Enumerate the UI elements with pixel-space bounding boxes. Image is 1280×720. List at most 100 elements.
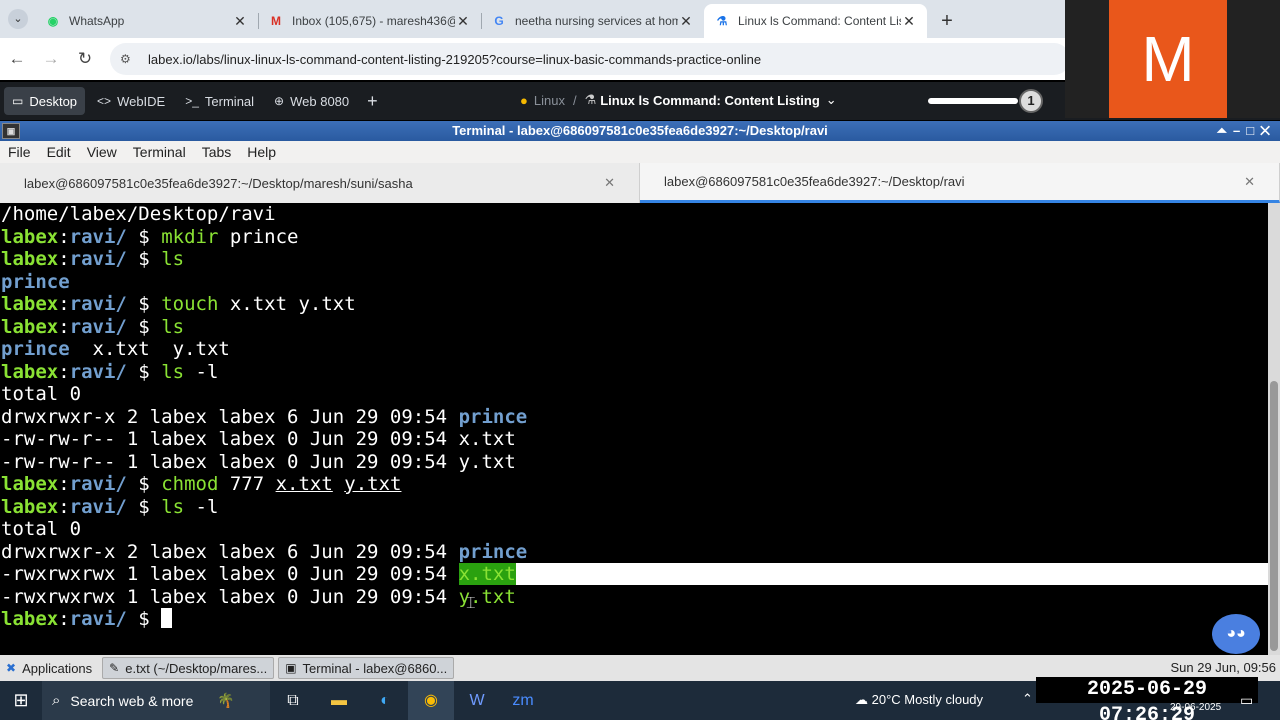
tab-search-icon[interactable]: ⌄ <box>8 9 28 29</box>
window-button-editor[interactable]: ✎ e.txt (~/Desktop/mares... <box>102 657 275 679</box>
terminal-line: prince x.txt y.txt <box>0 338 1268 361</box>
file-entry: y.txt <box>172 338 230 360</box>
notification-icon[interactable]: ▭ <box>1240 692 1253 709</box>
tab-labex[interactable]: ⚗ Linux ls Command: Content List... ✕ <box>704 4 927 38</box>
tab-google[interactable]: G neetha nursing services at hom... ✕ <box>481 4 704 38</box>
webide-button[interactable]: <> WebIDE <box>89 87 173 115</box>
terminal-line: labex:ravi/ $ chmod 777 x.txt y.txt <box>1 473 402 495</box>
taskbar-search-input[interactable]: ⌕ Search web & more 🌴 <box>42 681 270 720</box>
task-view-icon[interactable]: ⧉ <box>270 681 316 720</box>
ls-long-meta: drwxrwxr-x 2 labex labex 6 Jun 29 09:54 <box>1 405 459 428</box>
menu-help[interactable]: Help <box>247 144 276 160</box>
terminal-tab-label: labex@686097581c0e35fea6de3927:~/Desktop… <box>24 175 413 191</box>
chrome-icon[interactable]: ◉ <box>408 681 454 720</box>
whatsapp-icon: ◉ <box>47 14 59 28</box>
site-info-icon[interactable]: ⚙ <box>120 52 138 66</box>
back-icon[interactable]: ← <box>0 49 34 69</box>
breadcrumb: ● Linux / ⚗ Linux ls Command: Content Li… <box>520 92 837 108</box>
desktop-icon: ▭ <box>12 94 24 108</box>
prompt-user: labex <box>1 473 59 495</box>
tray-chevron-icon[interactable]: ⌃ <box>1022 691 1033 707</box>
command-name: ls <box>161 360 185 383</box>
reload-icon[interactable]: ↻ <box>68 49 102 69</box>
zoom-icon[interactable]: zm <box>500 681 546 720</box>
labex-icon: ⚗ <box>716 14 728 28</box>
terminal-line: labex:ravi/ $ ls -l <box>1 360 219 383</box>
menu-tabs[interactable]: Tabs <box>202 144 232 160</box>
weather-widget[interactable]: ☁ 20°C Mostly cloudy <box>855 692 983 708</box>
prompt-sign: $ <box>126 473 162 495</box>
prompt-user: labex <box>1 360 59 383</box>
close-icon[interactable]: ✕ <box>232 13 248 30</box>
prompt-user: labex <box>1 608 59 630</box>
prompt-sign: $ <box>126 495 162 518</box>
ls-total: total 0 <box>1 383 82 405</box>
tab-label: neetha nursing services at hom... <box>515 14 678 28</box>
file-explorer-icon[interactable]: ▬ <box>316 681 362 720</box>
windows-start-icon[interactable]: ⊞ <box>0 690 42 711</box>
window-button-terminal[interactable]: ▣ Terminal - labex@6860... <box>278 657 455 679</box>
close-icon[interactable]: ✕ <box>1244 174 1255 190</box>
word-icon[interactable]: W <box>454 681 500 720</box>
terminal-line: prince <box>0 271 1268 294</box>
menu-terminal[interactable]: Terminal <box>133 144 186 160</box>
tab-label: Inbox (105,675) - maresh436@... <box>292 14 455 28</box>
ls-long-meta: -rwxrwxrwx 1 labex labex 0 Jun 29 09:54 <box>1 563 459 585</box>
ls-long-meta: -rw-rw-r-- 1 labex labex 0 Jun 29 09:54 <box>1 450 459 473</box>
terminal-button[interactable]: >_ Terminal <box>177 87 262 115</box>
menu-file[interactable]: File <box>8 144 31 160</box>
chevron-down-icon[interactable]: ⌄ <box>826 92 837 108</box>
prompt-sign: $ <box>126 360 162 383</box>
add-icon[interactable]: + <box>367 91 378 112</box>
desktop-button[interactable]: ▭ Desktop <box>4 87 86 115</box>
taskbar-date[interactable]: 29-06-2025 <box>1170 702 1221 713</box>
pwd-output: /home/labex/Desktop/ravi <box>1 203 276 225</box>
terminal-app-icon[interactable]: ▣ <box>2 123 20 139</box>
terminal-line: total 0 <box>0 518 1268 541</box>
webide-label: WebIDE <box>117 93 166 109</box>
forward-icon[interactable]: → <box>34 49 68 69</box>
new-tab-button[interactable]: + <box>933 4 961 38</box>
terminal-line: labex:ravi/ $ ls <box>1 315 185 338</box>
menu-view[interactable]: View <box>87 144 117 160</box>
selection-highlight <box>515 563 1268 585</box>
applications-icon: ✖ <box>6 661 17 675</box>
applications-menu-button[interactable]: ✖ Applications <box>0 657 98 679</box>
tab-whatsapp[interactable]: ◉ WhatsApp ✕ <box>35 4 258 38</box>
terminal-line: labex:ravi/ $ ls <box>1 248 185 270</box>
assistant-bot-icon[interactable]: ◕◕ <box>1212 614 1260 654</box>
web-8080-button[interactable]: ⊕ Web 8080 <box>266 87 357 115</box>
progress-slider[interactable] <box>928 98 1018 104</box>
terminal-line: labex:ravi/ $ <box>0 608 1268 631</box>
close-icon[interactable]: ✕ <box>455 13 471 30</box>
close-icon[interactable]: ✕ <box>604 175 615 191</box>
terminal-tabs: labex@686097581c0e35fea6de3927:~/Desktop… <box>0 163 1280 203</box>
terminal-tab-ravi[interactable]: labex@686097581c0e35fea6de3927:~/Desktop… <box>640 163 1280 203</box>
edge-icon[interactable]: ◐ <box>362 681 408 720</box>
lab-icon: ⚗ <box>584 92 597 107</box>
panel-clock[interactable]: Sun 29 Jun, 09:56 <box>1170 660 1276 675</box>
terminal-line: -rw-rw-r-- 1 labex labex 0 Jun 29 09:54 … <box>0 451 1268 474</box>
tab-gmail[interactable]: M Inbox (105,675) - maresh436@... ✕ <box>258 4 481 38</box>
terminal-output[interactable]: /home/labex/Desktop/ravi labex:ravi/ $ m… <box>0 203 1268 655</box>
scrollbar-thumb[interactable] <box>1270 381 1278 651</box>
close-icon[interactable]: ✕ <box>901 13 917 30</box>
dir-entry: prince <box>458 540 528 563</box>
breadcrumb-title[interactable]: Linux ls Command: Content Listing <box>600 93 820 108</box>
terminal-titlebar: ▣ Terminal - labex@686097581c0e35fea6de3… <box>0 121 1280 141</box>
ls-long-meta: -rw-rw-r-- 1 labex labex 0 Jun 29 09:54 <box>1 428 459 450</box>
terminal-scrollbar[interactable] <box>1268 203 1280 655</box>
close-icon[interactable]: ✕ <box>678 13 694 30</box>
window-label: e.txt (~/Desktop/mares... <box>125 660 268 676</box>
menu-edit[interactable]: Edit <box>47 144 71 160</box>
prompt-sign: $ <box>126 315 162 338</box>
window-controls[interactable]: ⏶–□✕ <box>1217 121 1276 141</box>
breadcrumb-root[interactable]: Linux <box>534 93 565 108</box>
terminal-tab-sasha[interactable]: labex@686097581c0e35fea6de3927:~/Desktop… <box>0 163 640 203</box>
step-badge[interactable]: 1 <box>1019 89 1043 113</box>
url-input[interactable]: ⚙ labex.io/labs/linux-linux-ls-command-c… <box>110 43 1070 75</box>
prompt-cwd: ravi/ <box>69 473 127 495</box>
mouse-ibeam-icon: ⌶ <box>466 595 476 612</box>
prompt-sign: $ <box>126 225 162 248</box>
